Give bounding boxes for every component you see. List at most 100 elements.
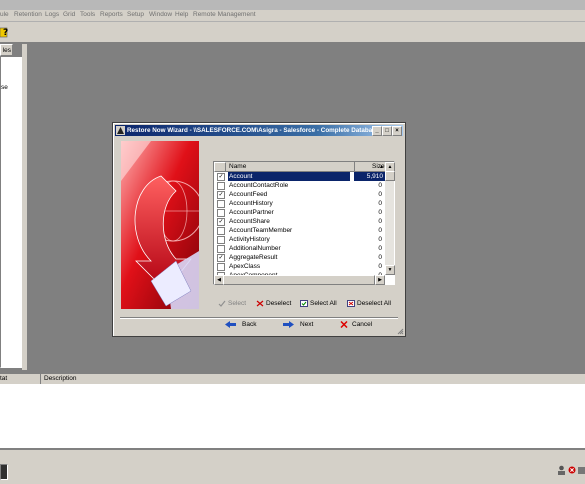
cancel-icon (340, 320, 348, 329)
row-size: 0 (378, 263, 382, 270)
row-name: AccountFeed (229, 191, 268, 198)
menu-setup[interactable]: Setup (127, 11, 144, 18)
hscroll-thumb[interactable] (223, 275, 375, 285)
status-bar (0, 449, 585, 484)
wizard-banner-image (121, 141, 199, 309)
menu-window[interactable]: Window (149, 11, 172, 18)
status-icon (0, 464, 8, 480)
list-item[interactable]: AdditionalNumber 0 (214, 244, 385, 253)
menu-reports[interactable]: Reports (100, 11, 123, 18)
row-checkbox[interactable] (217, 245, 225, 253)
select-icon (218, 300, 226, 307)
row-checkbox[interactable] (217, 209, 225, 217)
list-item[interactable]: AccountHistory 0 (214, 199, 385, 208)
column-header-description[interactable]: Description (44, 375, 77, 382)
left-panel-tab[interactable]: les (0, 44, 13, 56)
next-button[interactable]: Next (283, 321, 313, 328)
row-size: 0 (378, 191, 382, 198)
list-item[interactable]: AccountContactRole 0 (214, 181, 385, 190)
scroll-down-icon[interactable]: ▼ (385, 265, 395, 275)
menu-help[interactable]: Help (175, 11, 188, 18)
menu-grid[interactable]: Grid (63, 11, 75, 18)
maximize-icon[interactable]: □ (382, 126, 392, 136)
list-item[interactable]: ApexClass 0 (214, 262, 385, 271)
row-size: 0 (378, 209, 382, 216)
row-checkbox[interactable]: ✓ (217, 173, 225, 181)
scroll-right-icon[interactable]: ▶ (375, 275, 385, 285)
list-item[interactable]: ✓ Account 5,910 (214, 172, 385, 181)
row-size: 0 (378, 182, 382, 189)
toolbar: ? (0, 22, 585, 43)
help-tool-icon[interactable]: ? (0, 24, 10, 40)
left-tree-panel[interactable]: se (0, 56, 24, 368)
row-checkbox[interactable] (217, 236, 225, 244)
menu-schedule[interactable]: ule (0, 11, 9, 18)
row-name: AccountTeamMember (229, 227, 293, 234)
list-item[interactable]: AccountPartner 0 (214, 208, 385, 217)
row-checkbox[interactable] (217, 200, 225, 208)
row-name: AggregateResult (229, 254, 278, 261)
row-size: 5,910 (354, 172, 385, 181)
deselect-all-icon (347, 300, 355, 307)
list-item[interactable]: ✓ AggregateResult 0 (214, 253, 385, 262)
horizontal-scrollbar[interactable]: ◀ ▶ (214, 275, 385, 285)
svg-text:?: ? (3, 28, 8, 38)
back-button[interactable]: Back (225, 321, 256, 328)
dialog-title: Restore Now Wizard - \\SALESFORCE.COM\As… (127, 127, 378, 134)
dialog-title-bar[interactable]: Restore Now Wizard - \\SALESFORCE.COM\As… (115, 125, 403, 136)
restore-wizard-dialog: Restore Now Wizard - \\SALESFORCE.COM\As… (112, 122, 406, 337)
row-checkbox[interactable]: ✓ (217, 218, 225, 226)
menu-retention[interactable]: Retention (14, 11, 42, 18)
menu-bar: ule Retention Logs Grid Tools Reports Se… (0, 10, 585, 22)
row-size: 0 (378, 236, 382, 243)
select-all-icon (300, 300, 308, 307)
select-all-button[interactable]: Select All (300, 300, 337, 307)
close-icon[interactable]: × (392, 126, 402, 136)
back-arrow-icon (225, 321, 236, 328)
row-size: 0 (378, 218, 382, 225)
deselect-icon (256, 300, 264, 307)
row-checkbox[interactable] (217, 182, 225, 190)
tray-disk-icon (578, 465, 585, 476)
menu-remote-management[interactable]: Remote Management (193, 11, 256, 18)
lower-log-panel[interactable] (0, 384, 585, 448)
row-name: Account (228, 172, 350, 181)
row-size: 0 (378, 254, 382, 261)
sort-arrow-icon: ▲ (379, 164, 384, 170)
deselect-button[interactable]: Deselect (256, 300, 291, 307)
row-checkbox[interactable]: ✓ (217, 254, 225, 262)
menu-tools[interactable]: Tools (80, 11, 95, 18)
column-header-status[interactable]: tat (0, 375, 7, 382)
tray-close-icon (568, 465, 576, 476)
list-item[interactable]: AccountTeamMember 0 (214, 226, 385, 235)
column-header-name[interactable]: Name (229, 163, 246, 170)
row-checkbox[interactable] (217, 263, 225, 271)
list-item[interactable]: ✓ AccountFeed 0 (214, 190, 385, 199)
select-button[interactable]: Select (218, 300, 246, 307)
deselect-all-button[interactable]: Deselect All (347, 300, 391, 307)
row-name: AccountContactRole (229, 182, 289, 189)
next-arrow-icon (283, 321, 294, 328)
cancel-button[interactable]: Cancel (340, 320, 372, 329)
row-size: 0 (378, 200, 382, 207)
list-item[interactable]: ActivityHistory 0 (214, 235, 385, 244)
tables-list[interactable]: Name Size ▲ ✓ Account 5,910 AccountContactR… (213, 161, 395, 285)
row-checkbox[interactable] (217, 227, 225, 235)
app-title-bar (0, 0, 585, 10)
resize-grip[interactable] (397, 328, 404, 335)
splitter[interactable] (22, 44, 27, 370)
vertical-scrollbar[interactable]: ▲ ▼ (385, 162, 395, 275)
tray-user-icon (557, 465, 566, 476)
left-tree-item[interactable]: se (1, 84, 8, 91)
row-name: ApexClass (229, 263, 261, 270)
row-name: AccountPartner (229, 209, 274, 216)
row-size: 0 (378, 245, 382, 252)
menu-logs[interactable]: Logs (45, 11, 59, 18)
app-icon (116, 126, 125, 135)
row-name: AdditionalNumber (229, 245, 281, 252)
row-name: ActivityHistory (229, 236, 270, 243)
minimize-icon[interactable]: _ (372, 126, 382, 136)
scroll-thumb[interactable] (385, 171, 395, 181)
list-item[interactable]: ✓ AccountShare 0 (214, 217, 385, 226)
row-checkbox[interactable]: ✓ (217, 191, 225, 199)
